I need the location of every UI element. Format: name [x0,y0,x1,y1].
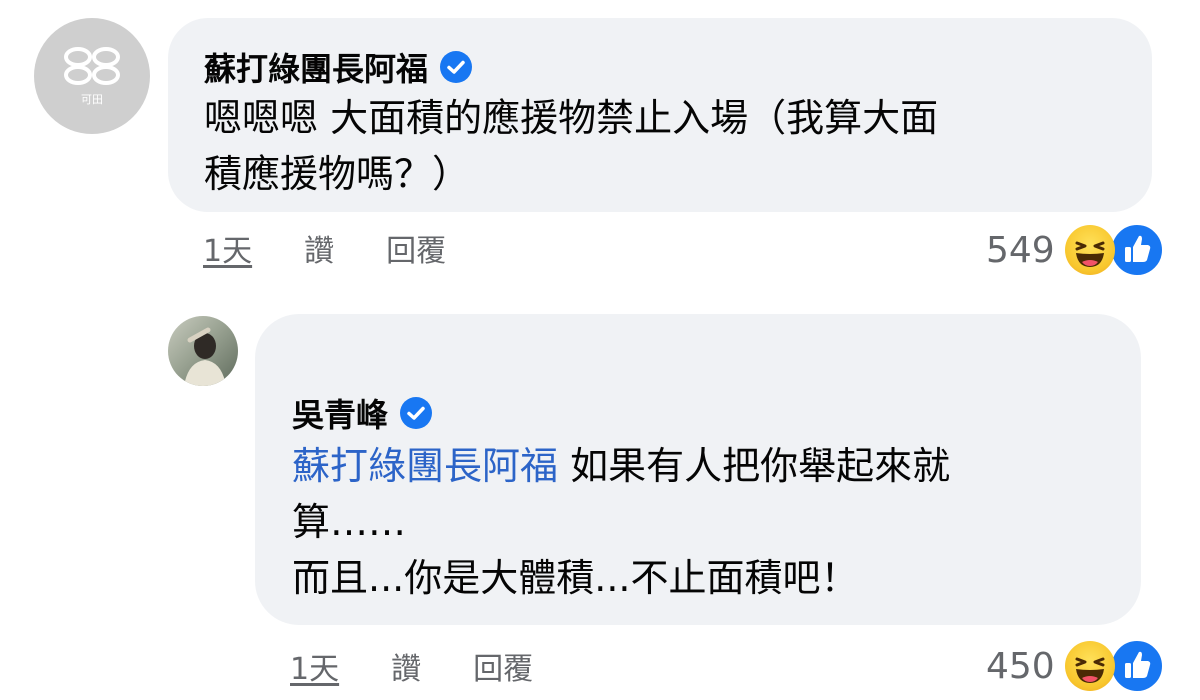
mention-link[interactable]: 蘇打綠團長阿福 [292,444,558,488]
comment-actions: 1天 讚 回覆 [203,226,498,270]
reaction-count: 549 [986,229,1055,271]
reply-text-fragment: 如果有人把你舉起來就 [558,444,951,488]
verified-badge-icon [440,51,473,83]
reply-text: 蘇打綠團長阿福 如果有人把你舉起來就 算…… 而且...你是大體積...不止面積… [292,438,950,606]
reply-timestamp[interactable]: 1天 [290,644,339,688]
comment-reactions[interactable]: 549 [986,222,1165,278]
haha-reaction-icon [1064,641,1115,691]
comment-text-line: 積應援物嗎？） [204,152,471,196]
like-reaction-icon [1108,222,1165,278]
profile-photo-icon [184,327,226,386]
reply-reactions[interactable]: 450 [986,638,1165,694]
avatar-logo-text: 可田 [81,93,103,106]
reply-button[interactable]: 回覆 [473,644,533,688]
comment-timestamp[interactable]: 1天 [203,226,252,270]
comment-author[interactable]: 蘇打綠團長阿福 [204,44,473,90]
reply-author-avatar[interactable] [168,316,238,386]
comment-text-line: 嗯嗯嗯 大面積的應援物禁止入場（我算大面 [204,96,939,140]
like-button[interactable]: 讚 [304,226,334,270]
commenter-avatar[interactable]: 可田 [34,18,150,134]
logo-icon [64,47,120,85]
comment-author-name[interactable]: 蘇打綠團長阿福 [204,44,428,90]
comment-text: 嗯嗯嗯 大面積的應援物禁止入場（我算大面 積應援物嗎？） [204,90,938,202]
haha-reaction-icon [1064,225,1115,275]
comment-bubble: 蘇打綠團長阿福 嗯嗯嗯 大面積的應援物禁止入場（我算大面 積應援物嗎？） [168,18,1152,212]
reaction-count: 450 [986,645,1055,687]
reply-text-line: 而且...你是大體積...不止面積吧！ [292,556,859,600]
reply-bubble: 吳青峰 蘇打綠團長阿福 如果有人把你舉起來就 算…… 而且...你是大體積...… [255,314,1141,625]
reply-text-line: 算…… [292,500,407,544]
reply-text-line: 蘇打綠團長阿福 如果有人把你舉起來就 [292,438,950,494]
like-reaction-icon [1108,638,1165,694]
reply-author-name[interactable]: 吳青峰 [292,390,388,436]
verified-badge-icon [400,397,433,429]
like-button[interactable]: 讚 [391,644,421,688]
reply-author[interactable]: 吳青峰 [292,390,433,436]
reply-actions: 1天 讚 回覆 [290,644,585,688]
reply-button[interactable]: 回覆 [386,226,446,270]
